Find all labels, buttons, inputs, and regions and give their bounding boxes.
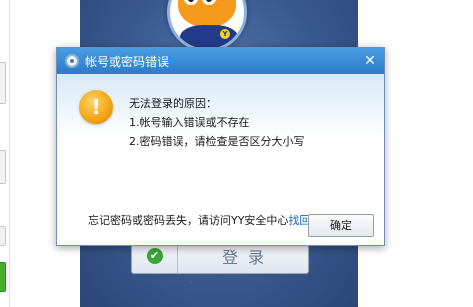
warning-icon: ! <box>79 90 113 124</box>
background-checkbox-edge <box>0 226 6 246</box>
dialog-title: 帐号或密码错误 <box>85 54 170 69</box>
background-input-edge <box>0 62 6 104</box>
ok-button[interactable]: 确定 <box>308 214 374 237</box>
login-button-label: 登录 <box>221 248 274 267</box>
error-message: 无法登录的原因： 1.帐号输入错误或不存在 2.密码错误，请检查是否区分大小写 <box>129 94 305 151</box>
check-icon: ✔ <box>146 248 163 264</box>
error-heading: 无法登录的原因： <box>129 97 217 110</box>
recovery-text: 忘记密码或密码丢失，请访问YY安全中心 <box>88 214 289 227</box>
error-reason: 2.密码错误，请检查是否区分大小写 <box>129 135 305 148</box>
background-page-strip <box>0 0 10 307</box>
mascot-y-badge: Y <box>220 29 230 39</box>
dialog-titlebar[interactable]: 帐号或密码错误 ✕ <box>57 48 384 74</box>
close-icon[interactable]: ✕ <box>362 53 378 69</box>
background-green-button-edge <box>0 262 6 292</box>
error-dialog: 帐号或密码错误 ✕ ! 无法登录的原因： 1.帐号输入错误或不存在 2.密码错误… <box>56 47 385 246</box>
recovery-hint: 忘记密码或密码丢失，请访问YY安全中心找回密码 <box>88 212 332 228</box>
app-icon <box>65 54 79 68</box>
error-reason: 1.帐号输入错误或不存在 <box>129 116 250 129</box>
dialog-body: ! 无法登录的原因： 1.帐号输入错误或不存在 2.密码错误，请检查是否区分大小… <box>57 74 384 245</box>
background-input-edge <box>0 150 6 184</box>
